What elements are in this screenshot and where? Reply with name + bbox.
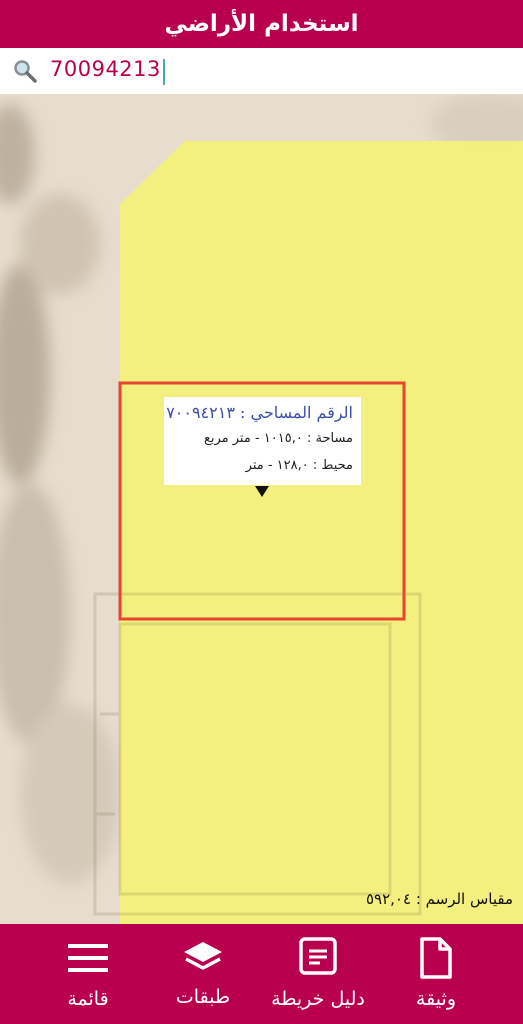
search-bar[interactable]: 70094213 [0, 48, 523, 94]
search-input[interactable]: 70094213 [50, 57, 165, 85]
map-scale: مقياس الرسم : ٥٩٢,٠٤ [365, 890, 513, 908]
popup-pointer-icon [255, 486, 269, 497]
parcel-number: الرقم المساحي : ٧٠٠٩٤٢١٣ [166, 403, 353, 422]
nav-map-legend-label: دليل خريطة [271, 988, 365, 1010]
text-cursor [162, 58, 165, 85]
nav-menu-label: قائمة [67, 988, 109, 1010]
parcel-area: مساحة : ١٠١٥,٠ - متر مربع [203, 431, 353, 446]
menu-icon [68, 944, 108, 972]
bottom-navigation: وثيقة دليل خريطة طبقات قائمة [0, 924, 523, 1024]
document-icon [420, 937, 452, 979]
nav-layers-button[interactable]: طبقات [165, 924, 241, 1024]
page-title: استخدام الأراضي [164, 11, 359, 37]
nav-document-button[interactable]: وثيقة [395, 924, 477, 1024]
search-icon [14, 60, 37, 83]
app-header: استخدام الأراضي [0, 0, 523, 48]
map-view[interactable]: الرقم المساحي : ٧٠٠٩٤٢١٣ مساحة : ١٠١٥,٠ … [0, 94, 523, 924]
nav-document-label: وثيقة [416, 988, 456, 1010]
parcel-perimeter: محيط : ١٢٨,٠ - متر [245, 458, 353, 473]
parcel-info-popup[interactable]: الرقم المساحي : ٧٠٠٩٤٢١٣ مساحة : ١٠١٥,٠ … [164, 397, 361, 485]
parcel-polygon[interactable] [120, 141, 523, 924]
nav-menu-button[interactable]: قائمة [52, 924, 124, 1024]
layers-icon [184, 942, 222, 970]
map-canvas[interactable] [0, 94, 523, 924]
nav-map-legend-button[interactable]: دليل خريطة [262, 924, 374, 1024]
nav-layers-label: طبقات [175, 986, 231, 1008]
map-legend-icon [299, 937, 337, 975]
